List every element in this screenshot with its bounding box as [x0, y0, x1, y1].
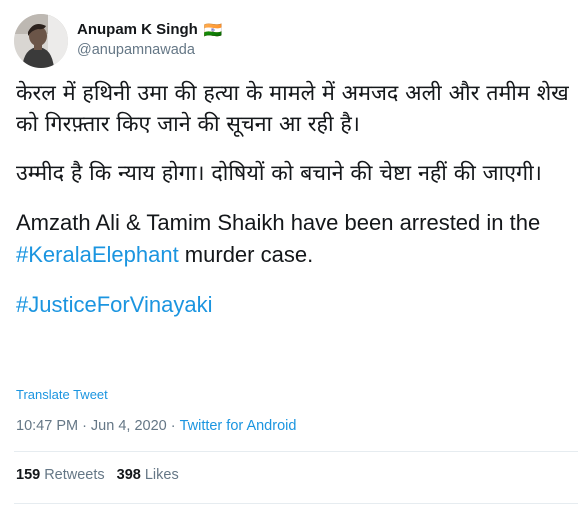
avatar-photo-icon: [14, 14, 68, 68]
tweet-text: केरल में हथिनी उमा की हत्या के मामले में…: [16, 78, 576, 321]
tweet-source-link[interactable]: Twitter for Android: [180, 418, 297, 434]
meta-separator: ·: [82, 418, 87, 434]
tweet-paragraph-hindi-1: केरल में हथिनी उमा की हत्या के मामले में…: [16, 81, 569, 137]
likes-count: 398: [116, 467, 141, 483]
tweet-paragraph-hindi-2: उम्मीद है कि न्याय होगा। दोषियों को बचान…: [16, 161, 542, 186]
translate-tweet-link[interactable]: Translate Tweet: [16, 387, 108, 402]
tweet-meta: 10:47 PM · Jun 4, 2020 · Twitter for And…: [16, 418, 296, 434]
tweet-header: Anupam K Singh 🇮🇳 @anupamnawada: [14, 13, 223, 69]
retweets-count: 159: [16, 467, 41, 483]
divider: [14, 451, 578, 452]
divider: [14, 503, 578, 504]
author-name[interactable]: Anupam K Singh: [77, 20, 198, 40]
tweet-text-english-part1: Amzath Ali & Tamim Shaikh have been arre…: [16, 210, 541, 235]
tweet-paragraph-hashtag: #JusticeForVinayaki: [16, 289, 576, 321]
hashtag-kerala-elephant[interactable]: #KeralaElephant: [16, 242, 179, 267]
avatar[interactable]: [14, 14, 68, 68]
author-info: Anupam K Singh 🇮🇳 @anupamnawada: [77, 20, 223, 60]
retweets-label: Retweets: [44, 467, 105, 483]
likes-label: Likes: [144, 467, 179, 483]
author-handle[interactable]: @anupamnawada: [77, 40, 223, 60]
likes-stat[interactable]: 398 Likes: [117, 467, 179, 483]
hashtag-justice-for-vinayaki[interactable]: #JusticeForVinayaki: [16, 292, 212, 317]
author-name-row: Anupam K Singh 🇮🇳: [77, 20, 223, 40]
tweet-text-english-part2: murder case.: [178, 242, 314, 267]
tweet-date[interactable]: Jun 4, 2020: [91, 418, 167, 434]
meta-separator: ·: [170, 418, 176, 434]
tweet-time[interactable]: 10:47 PM: [16, 418, 78, 434]
tweet-paragraph-english: Amzath Ali & Tamim Shaikh have been arre…: [16, 207, 576, 271]
retweets-stat[interactable]: 159 Retweets: [16, 467, 105, 483]
india-flag-icon: 🇮🇳: [203, 21, 223, 39]
tweet-stats: 159 Retweets 398 Likes: [16, 467, 179, 483]
tweet-card: Anupam K Singh 🇮🇳 @anupamnawada केरल में…: [0, 0, 588, 510]
